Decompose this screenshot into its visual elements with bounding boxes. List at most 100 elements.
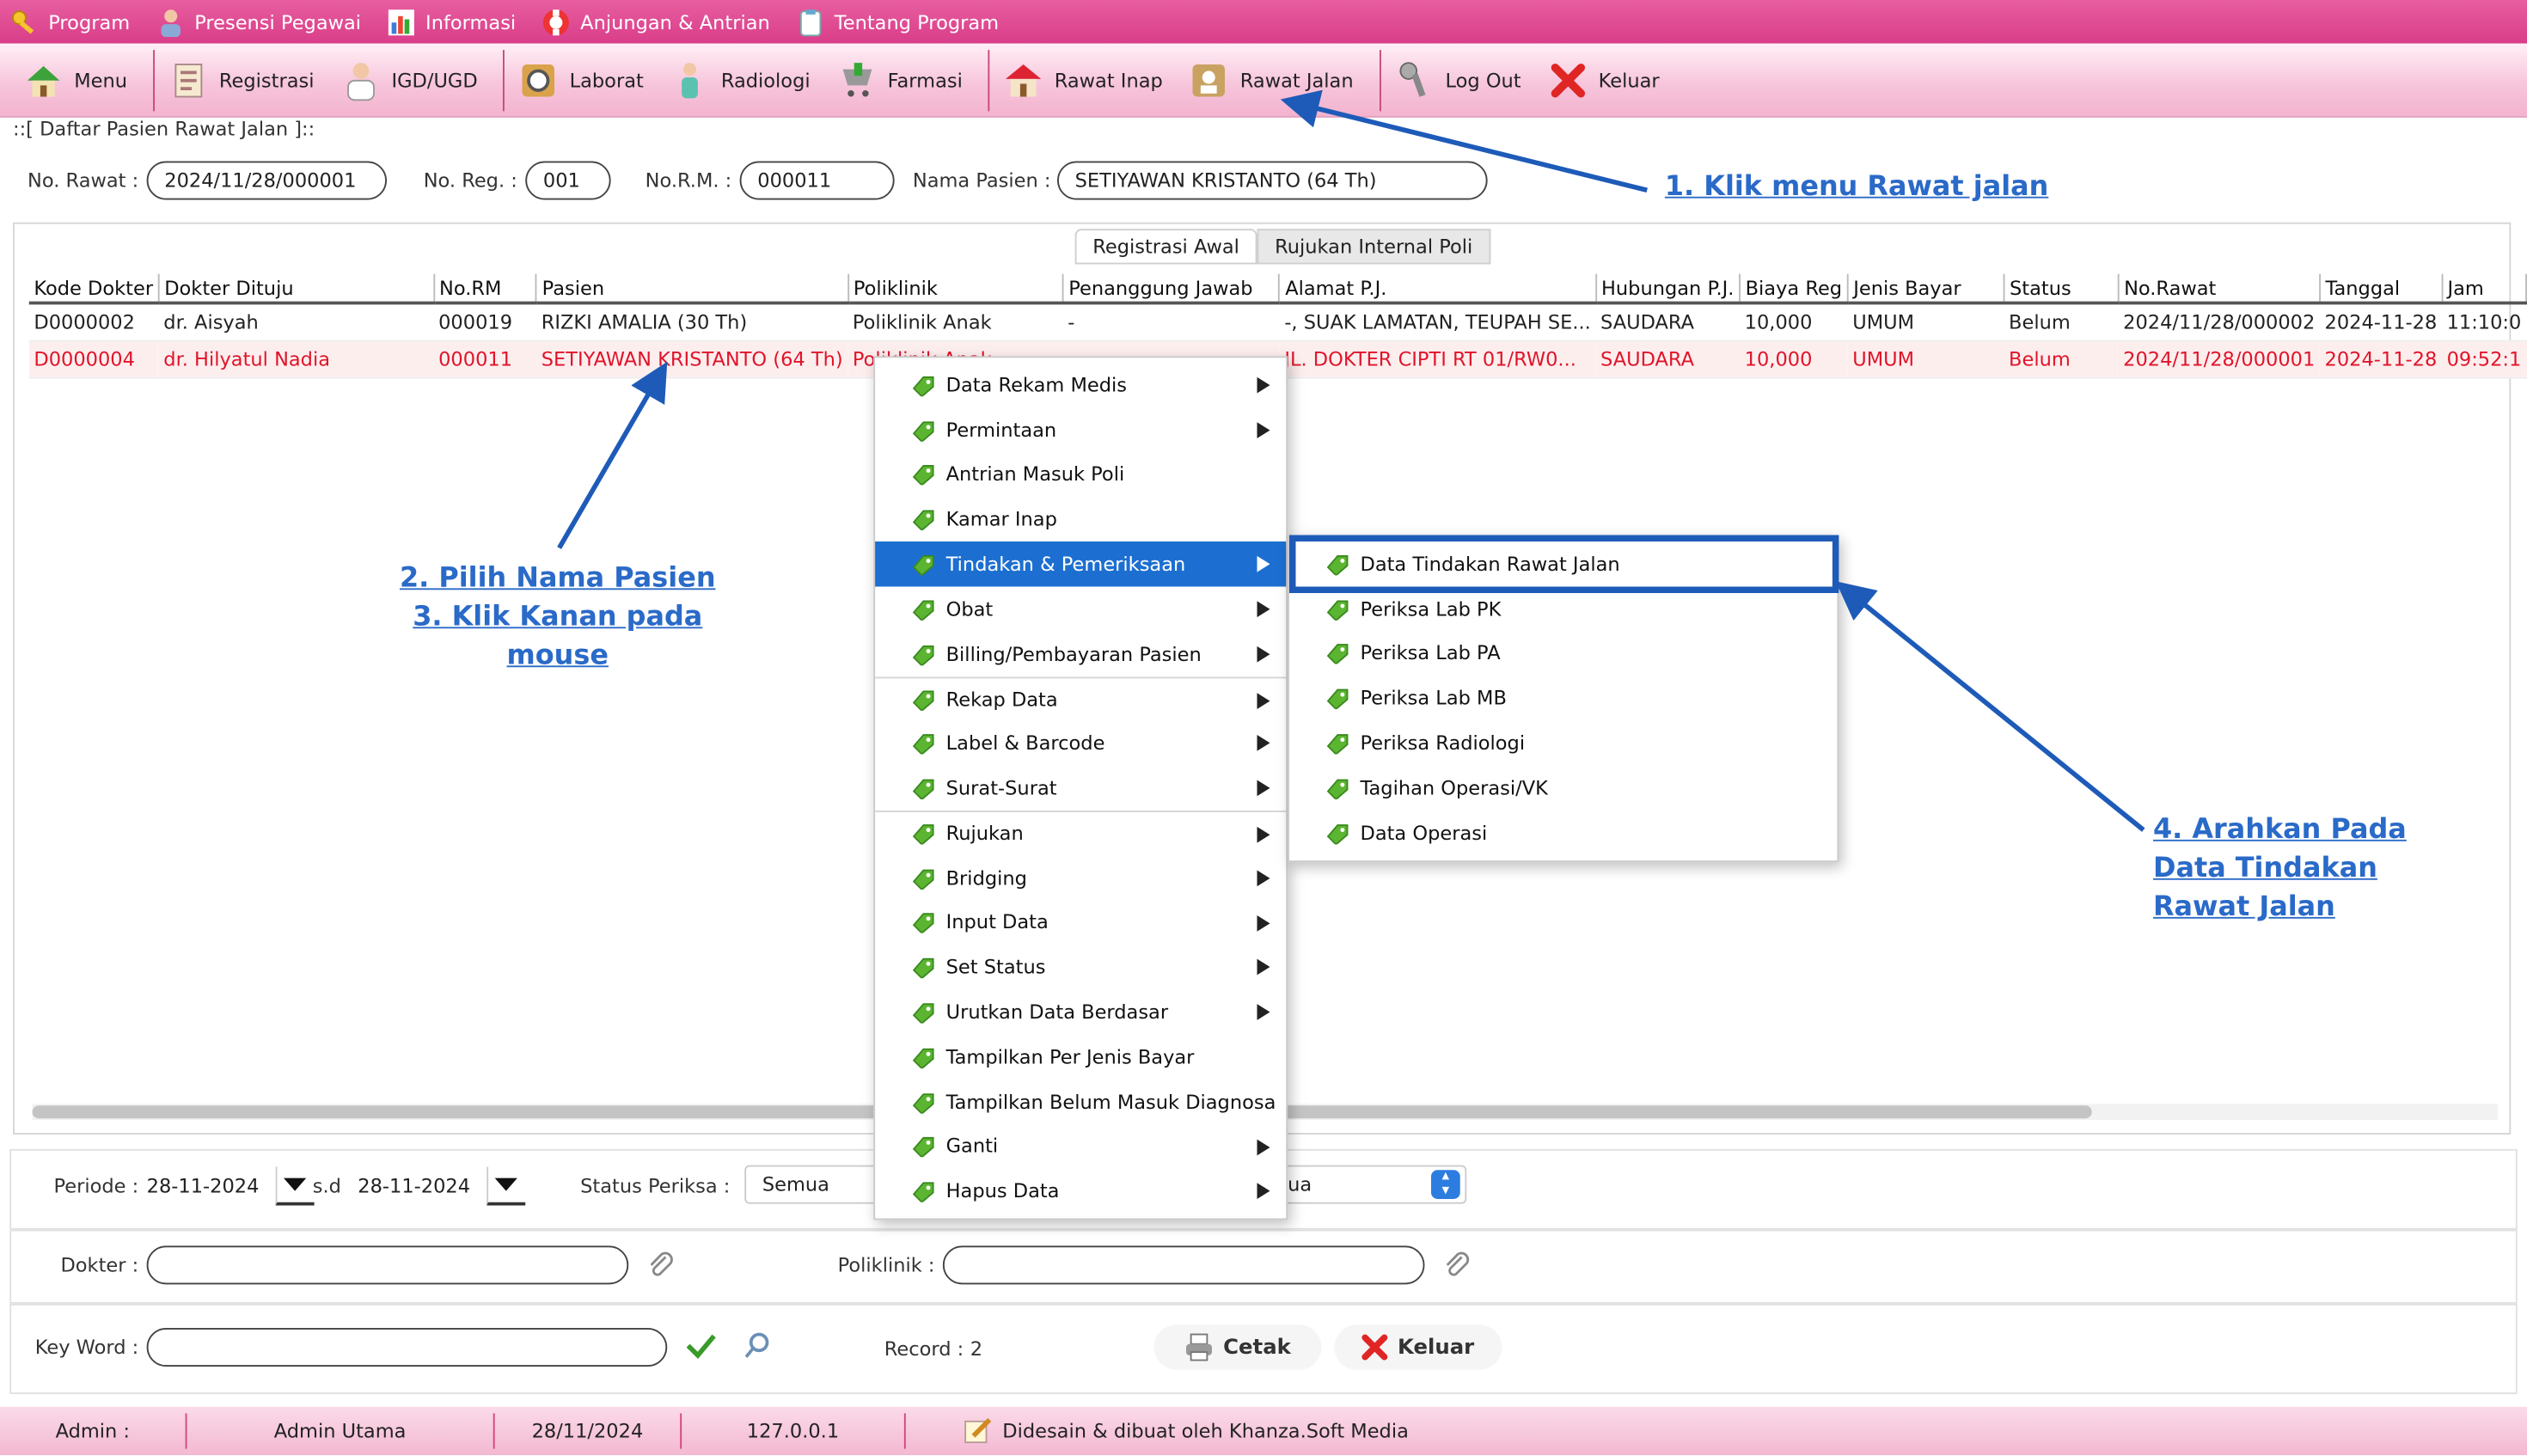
tab-registrasi-awal[interactable]: Registrasi Awal xyxy=(1074,229,1257,265)
toolbar-laborat-label: Laborat xyxy=(569,68,644,91)
table-row[interactable]: D0000002 dr. Aisyah 000019 RIZKI AMALIA … xyxy=(28,303,2527,341)
paperclip-icon[interactable] xyxy=(1442,1251,1472,1280)
jenis-bayar-select[interactable]: ua ▴ ▾ xyxy=(1276,1165,1467,1204)
col-header[interactable]: Alamat P.J. xyxy=(1279,273,1597,305)
context-menu-item[interactable]: Surat-Surat xyxy=(875,766,1286,811)
table-cell: 09:52:1 xyxy=(2441,340,2527,378)
annotation-step2: 2. Pilih Nama Pasien xyxy=(399,562,716,595)
menu-program[interactable]: Program xyxy=(9,0,130,44)
context-menu-item[interactable]: Urutkan Data Berdasar xyxy=(875,990,1286,1035)
context-menu-item[interactable]: Tindakan & Pemeriksaan xyxy=(875,541,1287,587)
green-tag-icon xyxy=(912,690,934,711)
toolbar-farmasi-button[interactable]: Farmasi xyxy=(829,47,982,112)
col-header[interactable]: Poliklinik xyxy=(847,273,1064,305)
keyword-label: Key Word : xyxy=(34,1336,139,1359)
submenu-item[interactable]: Periksa Lab MB xyxy=(1289,676,1838,720)
cetak-button[interactable]: Cetak xyxy=(1153,1324,1322,1370)
toolbar-laborat-button[interactable]: Laborat xyxy=(511,47,663,112)
submenu-item[interactable]: Periksa Lab PA xyxy=(1289,631,1838,676)
toolbar-igd-button[interactable]: IGD/UGD xyxy=(333,47,497,112)
col-header[interactable]: No.RM xyxy=(433,273,538,305)
menu-tentang[interactable]: Tentang Program xyxy=(796,0,999,44)
toolbar-keluar-button[interactable]: Keluar xyxy=(1540,47,1679,112)
context-menu-item[interactable]: Kamar Inap xyxy=(875,497,1286,541)
submenu-arrow-icon xyxy=(1257,780,1270,797)
submenu-item[interactable]: Periksa Radiologi xyxy=(1289,720,1838,765)
date-from-dropdown[interactable] xyxy=(275,1166,315,1206)
submenu-arrow-icon xyxy=(1257,735,1270,752)
context-menu-item[interactable]: Permintaan xyxy=(875,407,1286,452)
context-menu-item[interactable]: Input Data xyxy=(875,900,1286,945)
checkmark-icon[interactable] xyxy=(685,1331,718,1361)
toolbar-registrasi-button[interactable]: Registrasi xyxy=(161,47,333,112)
submenu-arrow-icon xyxy=(1257,1004,1270,1021)
col-header[interactable]: Pasien xyxy=(536,273,849,305)
context-menu-item[interactable]: Hapus Data xyxy=(875,1169,1286,1214)
col-header[interactable]: Biaya Reg xyxy=(1740,273,1849,305)
col-header[interactable]: Penanggung Jawab xyxy=(1062,273,1281,305)
context-menu-item[interactable]: Rekap Data xyxy=(875,676,1287,721)
menu-presensi-label: Presensi Pegawai xyxy=(194,10,362,34)
context-menu-item[interactable]: Obat xyxy=(875,586,1286,631)
col-header[interactable]: Dokter Dituju xyxy=(158,273,435,305)
dokter-field[interactable] xyxy=(146,1245,629,1285)
toolbar-menu-button[interactable]: Menu xyxy=(16,47,147,112)
no-rawat-field[interactable]: 2024/11/28/000001 xyxy=(146,161,387,200)
date-to-dropdown[interactable] xyxy=(486,1166,525,1206)
table-cell: SETIYAWAN KRISTANTO (64 Th) xyxy=(536,340,848,378)
nama-pasien-field[interactable]: SETIYAWAN KRISTANTO (64 Th) xyxy=(1057,161,1488,200)
date-to-picker[interactable]: 28-11-2024 xyxy=(358,1166,525,1206)
col-header[interactable]: No.Rawat xyxy=(2118,273,2321,305)
context-menu-item[interactable]: Set Status xyxy=(875,945,1286,989)
periode-label: Periode : xyxy=(53,1174,139,1198)
annotation-step4-line2: Data Tindakan xyxy=(2153,852,2377,885)
table-cell: D0000002 xyxy=(28,303,159,341)
col-header[interactable]: Tanggal xyxy=(2319,273,2443,305)
context-menu-item[interactable]: Tampilkan Per Jenis Bayar xyxy=(875,1035,1286,1080)
col-header[interactable]: Jenis Bayar xyxy=(1847,273,2005,305)
context-menu-item[interactable]: Antrian Masuk Poli xyxy=(875,452,1286,497)
no-reg-label: No. Reg. : xyxy=(423,168,517,193)
table-cell: 000011 xyxy=(433,340,537,378)
toolbar-rawat-inap-button[interactable]: Rawat Inap xyxy=(996,47,1182,112)
tab-rujukan-internal-poli[interactable]: Rujukan Internal Poli xyxy=(1257,229,1490,265)
app-window: Program Presensi Pegawai Informasi Anjun… xyxy=(0,0,2527,1456)
col-header[interactable]: Jam xyxy=(2441,273,2527,305)
no-rm-field[interactable]: 000011 xyxy=(739,161,895,200)
table-cell: - xyxy=(1062,303,1280,341)
status-bar: Admin : Admin Utama 28/11/2024 127.0.0.1… xyxy=(0,1406,2527,1456)
search-icon[interactable] xyxy=(743,1331,772,1361)
menu-anjungan[interactable]: Anjungan & Antrian xyxy=(542,0,770,44)
toolbar-rawat-jalan-button[interactable]: Rawat Jalan xyxy=(1182,47,1373,112)
menu-informasi[interactable]: Informasi xyxy=(387,0,516,44)
toolbar-divider xyxy=(1379,49,1381,111)
col-header[interactable]: Hubungan P.J. xyxy=(1595,273,1741,305)
context-menu-item[interactable]: Tampilkan Belum Masuk Diagnosa xyxy=(875,1080,1286,1124)
context-menu-item[interactable]: Ganti xyxy=(875,1124,1286,1169)
context-menu-item[interactable]: Label & Barcode xyxy=(875,721,1286,766)
context-menu-item[interactable]: Billing/Pembayaran Pasien xyxy=(875,632,1286,676)
date-from-picker[interactable]: 28-11-2024 xyxy=(147,1166,315,1206)
context-menu-item[interactable]: Bridging xyxy=(875,855,1286,900)
context-menu-item[interactable]: Rujukan xyxy=(875,811,1287,855)
context-menu-item-label: Bridging xyxy=(945,866,1027,890)
col-header[interactable]: Status xyxy=(2004,273,2120,305)
col-header[interactable]: Kode Dokter xyxy=(28,273,160,305)
table-cell: D0000004 xyxy=(28,340,159,378)
no-reg-field[interactable]: 001 xyxy=(525,161,611,200)
submenu-item[interactable]: Data Operasi xyxy=(1289,811,1838,855)
keyword-field[interactable] xyxy=(146,1328,668,1367)
submenu-item-label: Periksa Lab PK xyxy=(1360,597,1502,621)
info-chart-icon xyxy=(388,9,414,35)
menu-presensi[interactable]: Presensi Pegawai xyxy=(156,0,361,44)
context-menu-item-label: Input Data xyxy=(945,911,1049,934)
poliklinik-field[interactable] xyxy=(942,1245,1425,1285)
status-periksa-select[interactable]: Semua xyxy=(744,1165,890,1204)
toolbar-logout-button[interactable]: Log Out xyxy=(1387,47,1540,112)
toolbar-radiologi-button[interactable]: Radiologi xyxy=(663,47,829,112)
submenu-item[interactable]: Tagihan Operasi/VK xyxy=(1289,766,1838,811)
keluar-button[interactable]: Keluar xyxy=(1334,1324,1502,1370)
green-tag-icon xyxy=(912,824,934,846)
paperclip-icon[interactable] xyxy=(646,1251,676,1280)
context-menu-item[interactable]: Data Rekam Medis xyxy=(875,363,1286,407)
